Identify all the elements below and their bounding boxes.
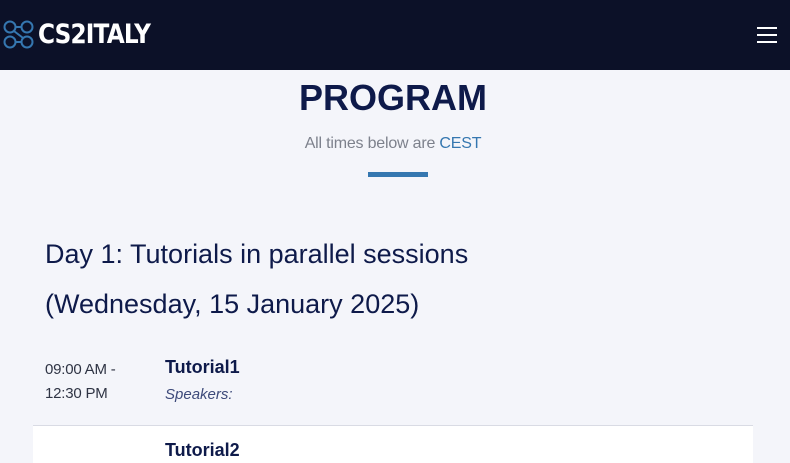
session-time-start: 09:00 AM -: [45, 361, 116, 378]
day-heading: Day 1: Tutorials in parallel sessions: [45, 239, 469, 269]
network-nodes-icon: [3, 20, 34, 49]
session-title[interactable]: Tutorial2: [165, 438, 240, 462]
logo-text: CS2ITALY: [38, 19, 151, 50]
session-row: 09:00 AM - 12:30 PM Tutorial1 Speakers:: [33, 350, 753, 426]
day-date: (Wednesday, 15 January 2025): [45, 289, 420, 319]
session-row: Tutorial2: [33, 426, 753, 463]
timezone-value: CEST: [439, 135, 482, 152]
session-time: 09:00 AM - 12:30 PM: [45, 358, 145, 406]
session-speakers-label: Speakers:: [165, 386, 233, 403]
site-logo[interactable]: CS2ITALY: [3, 18, 168, 52]
page-title: PROGRAM: [299, 77, 487, 118]
timezone-note: All times below are CEST: [0, 134, 786, 154]
session-time-end: 12:30 PM: [45, 385, 108, 402]
timezone-note-label: All times below are: [304, 135, 436, 152]
title-underline: [368, 172, 428, 177]
top-navbar: CS2ITALY: [0, 0, 790, 70]
session-title[interactable]: Tutorial1: [165, 355, 240, 379]
hamburger-menu-icon[interactable]: [757, 26, 779, 44]
